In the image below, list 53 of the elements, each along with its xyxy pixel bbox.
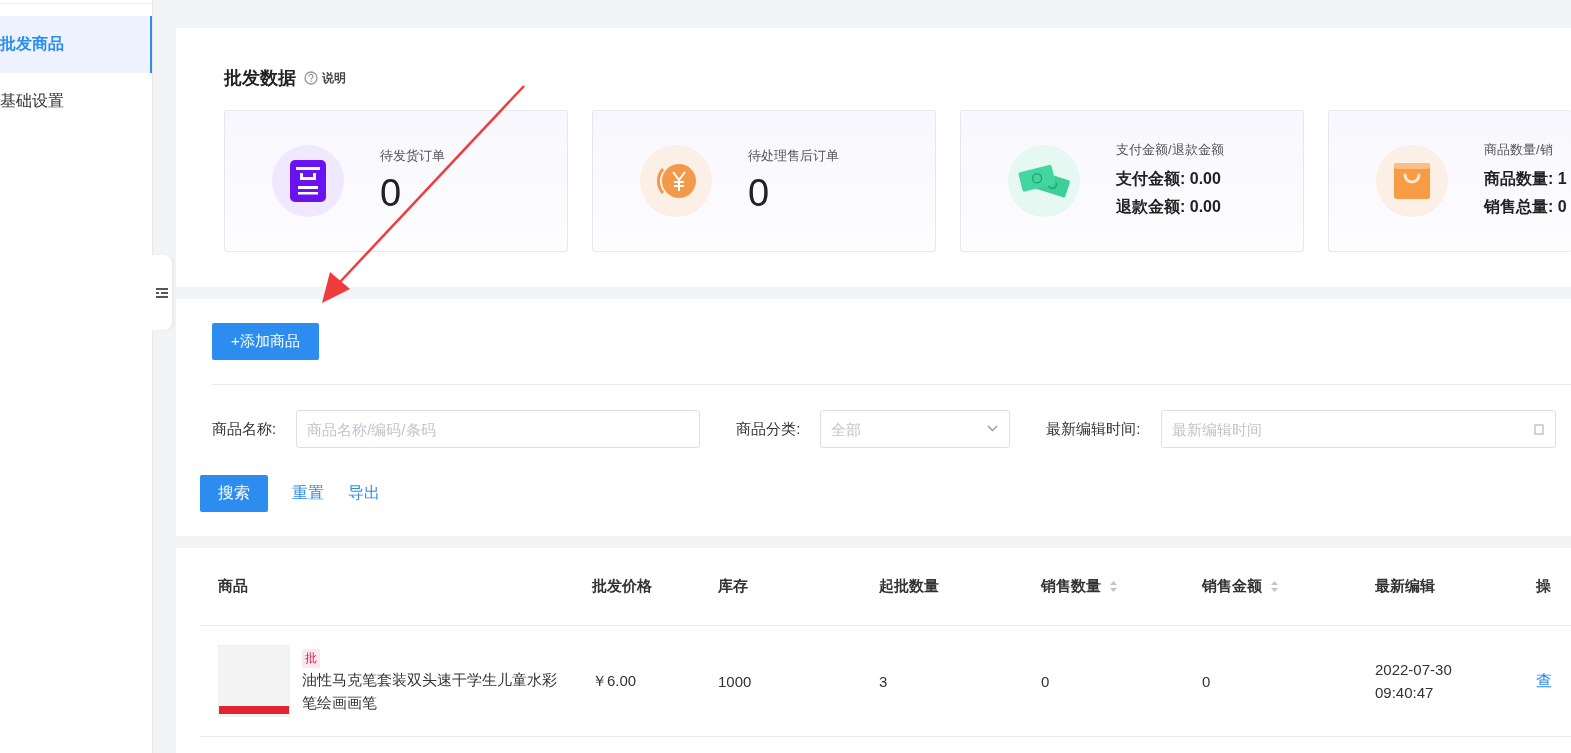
table-cell-text: 0 bbox=[1041, 672, 1051, 690]
view-link[interactable]: 查 bbox=[1536, 671, 1552, 689]
search-button[interactable]: 搜索 bbox=[200, 475, 268, 512]
table-cell-text: 1000 bbox=[718, 672, 753, 690]
table-cell-text: 3 bbox=[879, 672, 889, 690]
stat-line: 商品数量: 1 bbox=[1484, 169, 1567, 189]
table-cell-text: 2022-07-30 09:40:47 bbox=[1375, 660, 1453, 703]
sort-icon[interactable] bbox=[1270, 580, 1279, 593]
sidebar-item[interactable]: 基础设置 bbox=[0, 73, 152, 130]
filter-label: 商品分类: bbox=[736, 419, 801, 439]
wholesale-tag: 批 bbox=[302, 649, 320, 668]
action-link[interactable]: 重置 bbox=[292, 483, 324, 504]
stat-line: 销售总量: 0 bbox=[1484, 197, 1567, 217]
stat-title: 支付金额/退款金额 bbox=[1116, 141, 1224, 159]
input-field[interactable]: 商品名称/编码/条码 bbox=[296, 410, 701, 448]
yuan-coin-icon bbox=[655, 161, 697, 201]
help-icon bbox=[304, 71, 318, 85]
document-icon bbox=[290, 160, 326, 202]
product-photo-placeholder bbox=[218, 645, 290, 717]
column-title: 销售金额 bbox=[1202, 577, 1262, 596]
column-title: 销售数量 bbox=[1041, 577, 1101, 596]
help-link[interactable]: 说明 bbox=[322, 69, 346, 87]
column-title: 商品 bbox=[218, 577, 248, 596]
column-title: 批发价格 bbox=[592, 577, 652, 596]
date-field[interactable]: 最新编辑时间 bbox=[1160, 410, 1556, 448]
column-title: 库存 bbox=[718, 577, 748, 596]
stat-title: 商品数量/销 bbox=[1484, 141, 1554, 159]
sidebar-item[interactable]: 批发商品 bbox=[0, 16, 152, 73]
column-title: 起批数量 bbox=[879, 577, 939, 596]
filter-label: 最新编辑时间: bbox=[1046, 419, 1141, 439]
calendar-icon bbox=[1533, 423, 1544, 435]
action-link[interactable]: 导出 bbox=[348, 483, 380, 504]
table-cell-text: ￥6.00 bbox=[592, 671, 638, 691]
collapse-icon bbox=[156, 287, 168, 298]
add-product-button[interactable]: +添加商品 bbox=[212, 323, 319, 360]
stat-title: 待处理售后订单 bbox=[748, 147, 839, 165]
filter-label: 商品名称: bbox=[212, 419, 277, 439]
shopping-bag-icon bbox=[1394, 163, 1430, 199]
stat-title: 待发货订单 bbox=[380, 147, 445, 165]
stat-value: 0 bbox=[380, 171, 403, 215]
column-title: 最新编辑 bbox=[1375, 577, 1435, 596]
product-name: 油性马克笔套装双头速干学生儿童水彩笔绘画画笔 bbox=[302, 670, 557, 713]
banknotes-icon bbox=[1016, 162, 1072, 200]
select-field[interactable]: 全部 bbox=[820, 410, 1011, 448]
collapse-tab[interactable] bbox=[152, 255, 172, 330]
sort-icon[interactable] bbox=[1109, 580, 1118, 593]
section-title: 批发数据 bbox=[224, 67, 296, 90]
column-title: 操 bbox=[1536, 577, 1551, 596]
stat-line: 支付金额: 0.00 bbox=[1116, 169, 1222, 189]
chevron-down-icon bbox=[987, 425, 999, 432]
stat-value: 0 bbox=[748, 171, 771, 215]
table-cell-text: 0 bbox=[1202, 672, 1212, 690]
stat-line: 退款金额: 0.00 bbox=[1116, 197, 1222, 217]
